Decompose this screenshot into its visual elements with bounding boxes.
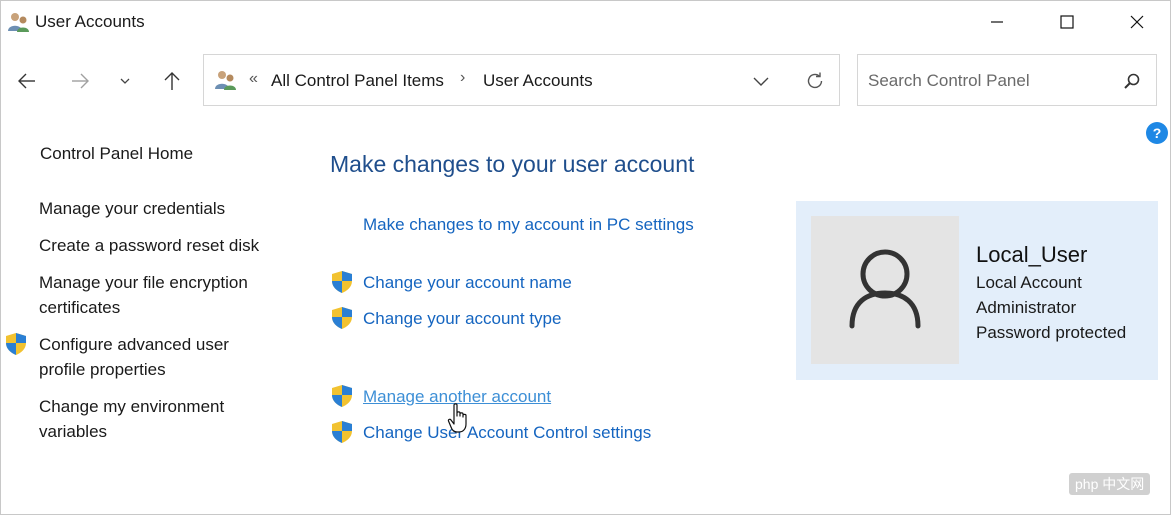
up-arrow-icon: [164, 72, 180, 90]
breadcrumb-overflow[interactable]: «: [249, 70, 258, 88]
uac-shield-icon: [6, 333, 26, 355]
link-change-uac-settings[interactable]: Change User Account Control settings: [363, 423, 651, 443]
window-title: User Accounts: [35, 12, 145, 31]
search-box[interactable]: [857, 54, 1157, 106]
sidebar-item-manage-credentials[interactable]: Manage your credentials: [39, 196, 225, 221]
search-input[interactable]: [868, 69, 1108, 93]
recent-locations-button[interactable]: [111, 63, 139, 99]
back-arrow-icon: [18, 73, 35, 89]
user-accounts-window: User Accounts « All Control Panel Items …: [0, 0, 1171, 515]
account-security: Password protected: [976, 323, 1127, 342]
account-card: Local_User Local Account Administrator P…: [796, 201, 1158, 380]
address-dropdown-button[interactable]: [747, 67, 775, 95]
avatar: [811, 216, 959, 364]
link-change-account-name[interactable]: Change your account name: [363, 273, 572, 293]
search-button[interactable]: [1120, 69, 1144, 93]
page-title: Make changes to your user account: [330, 151, 695, 177]
sidebar-item-password-reset-disk[interactable]: Create a password reset disk: [39, 233, 259, 258]
uac-shield-icon: [332, 421, 352, 443]
users-icon: [8, 13, 29, 32]
breadcrumb-separator[interactable]: ›: [460, 69, 465, 87]
forward-arrow-icon: [72, 73, 89, 89]
uac-shield-icon: [332, 271, 352, 293]
up-button[interactable]: [156, 63, 188, 99]
uac-shield-icon: [332, 307, 352, 329]
refresh-button[interactable]: [801, 67, 829, 95]
account-name: Local_User: [976, 242, 1088, 267]
uac-shield-icon: [332, 385, 352, 407]
chevron-down-icon: [120, 78, 130, 84]
breadcrumb-user-accounts[interactable]: User Accounts: [483, 71, 593, 91]
back-button[interactable]: [11, 63, 43, 99]
refresh-icon: [807, 72, 823, 89]
minimize-button[interactable]: [974, 1, 1020, 43]
link-account-pc-settings[interactable]: Make changes to my account in PC setting…: [363, 215, 694, 235]
close-button[interactable]: [1114, 1, 1160, 43]
maximize-button[interactable]: [1044, 1, 1090, 43]
sidebar-item-environment-variables[interactable]: Change my environment variables: [39, 394, 269, 444]
close-icon: [1130, 15, 1144, 29]
maximize-icon: [1060, 15, 1074, 29]
address-bar[interactable]: « All Control Panel Items › User Account…: [203, 54, 840, 106]
chevron-down-icon: [753, 77, 769, 86]
forward-button[interactable]: [64, 63, 96, 99]
breadcrumb-all-control-panel-items[interactable]: All Control Panel Items: [271, 71, 444, 91]
minimize-icon: [991, 21, 1003, 23]
user-avatar-icon: [849, 249, 921, 329]
search-icon: [1124, 73, 1140, 89]
hand-cursor-icon: [447, 403, 467, 433]
users-icon: [215, 71, 236, 90]
account-type: Local Account: [976, 273, 1082, 292]
account-role: Administrator: [976, 298, 1077, 317]
watermark: php 中文网: [1069, 473, 1151, 495]
link-change-account-type[interactable]: Change your account type: [363, 309, 561, 329]
sidebar-item-file-encryption-certificates[interactable]: Manage your file encryption certificates: [39, 270, 279, 320]
title-bar: User Accounts: [1, 1, 1170, 43]
sidebar-control-panel-home[interactable]: Control Panel Home: [40, 141, 193, 166]
help-button[interactable]: ?: [1146, 122, 1168, 144]
sidebar-item-advanced-profile-properties[interactable]: Configure advanced user profile properti…: [39, 332, 269, 382]
